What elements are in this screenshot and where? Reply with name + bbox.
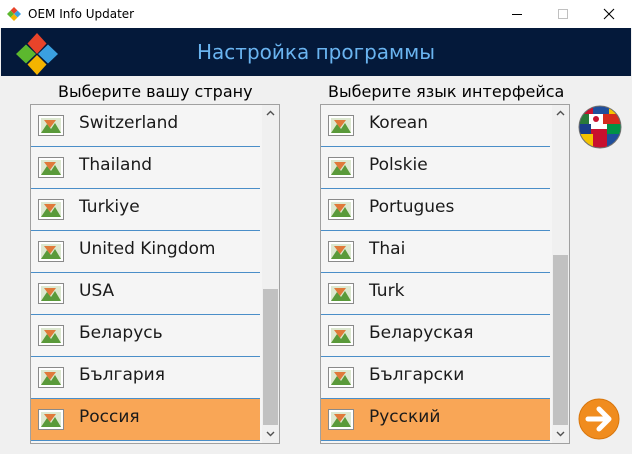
list-item-label: Korean bbox=[369, 113, 428, 133]
flag-placeholder-icon bbox=[328, 325, 354, 346]
flags-globe-icon[interactable] bbox=[577, 104, 623, 150]
scroll-thumb[interactable] bbox=[263, 289, 278, 425]
list-item-label: Switzerland bbox=[79, 113, 179, 133]
language-list-label: Выберите язык интерфейса bbox=[328, 82, 565, 101]
list-item-label: Беларуская bbox=[369, 323, 474, 343]
maximize-icon bbox=[558, 9, 568, 19]
header-banner: Настройка программы bbox=[1, 28, 631, 76]
flag-placeholder-icon bbox=[38, 325, 64, 346]
list-item-label: Россия bbox=[79, 407, 140, 427]
language-item-portugues[interactable]: Portugues bbox=[321, 189, 550, 231]
language-scrollbar[interactable] bbox=[552, 105, 569, 443]
flag-placeholder-icon bbox=[38, 157, 64, 178]
flag-placeholder-icon bbox=[38, 367, 64, 388]
country-item-bulgaria[interactable]: България bbox=[31, 357, 260, 399]
list-item-label: United Kingdom bbox=[79, 239, 216, 259]
list-item-label: Turk bbox=[369, 281, 405, 301]
flag-placeholder-icon bbox=[328, 115, 354, 136]
minimize-button[interactable] bbox=[494, 0, 540, 28]
country-item-united-kingdom[interactable]: United Kingdom bbox=[31, 231, 260, 273]
country-item-usa[interactable]: USA bbox=[31, 273, 260, 315]
flag-placeholder-icon bbox=[328, 409, 354, 430]
language-item-turk[interactable]: Turk bbox=[321, 273, 550, 315]
close-icon bbox=[603, 8, 615, 20]
list-item-label: Thai bbox=[369, 239, 406, 259]
flag-placeholder-icon bbox=[38, 115, 64, 136]
page-title: Настройка программы bbox=[197, 40, 435, 64]
list-item-label: Русский bbox=[369, 407, 441, 427]
country-rows: Switzerland Thailand Turkiye United King… bbox=[31, 105, 260, 441]
flag-placeholder-icon bbox=[328, 283, 354, 304]
close-button[interactable] bbox=[586, 0, 632, 28]
window-title: OEM Info Updater bbox=[28, 7, 135, 21]
flag-placeholder-icon bbox=[328, 241, 354, 262]
flag-placeholder-icon bbox=[328, 157, 354, 178]
scroll-down-button[interactable] bbox=[262, 426, 279, 443]
country-item-thailand[interactable]: Thailand bbox=[31, 147, 260, 189]
language-item-korean[interactable]: Korean bbox=[321, 105, 550, 147]
flag-placeholder-icon bbox=[38, 283, 64, 304]
scroll-up-button[interactable] bbox=[262, 105, 279, 122]
country-item-switzerland[interactable]: Switzerland bbox=[31, 105, 260, 147]
next-button[interactable] bbox=[577, 397, 621, 441]
language-rows: Korean Polskie Portugues Thai Turk Белар… bbox=[321, 105, 550, 441]
scroll-down-button[interactable] bbox=[552, 426, 569, 443]
list-item-label: Thailand bbox=[79, 155, 153, 175]
maximize-button[interactable] bbox=[540, 0, 586, 28]
flag-placeholder-icon bbox=[38, 409, 64, 430]
flag-placeholder-icon bbox=[328, 367, 354, 388]
language-item-russian[interactable]: Русский bbox=[321, 399, 550, 441]
language-item-thai[interactable]: Thai bbox=[321, 231, 550, 273]
language-listbox[interactable]: Korean Polskie Portugues Thai Turk Белар… bbox=[320, 104, 570, 444]
country-list-label: Выберите вашу страну bbox=[58, 82, 253, 101]
country-scrollbar[interactable] bbox=[262, 105, 279, 443]
list-item-label: USA bbox=[79, 281, 115, 301]
minimize-icon bbox=[512, 14, 522, 15]
chevron-up-icon bbox=[266, 110, 275, 116]
list-item-label: Български bbox=[369, 365, 465, 385]
list-item-label: Беларусь bbox=[79, 323, 163, 343]
list-item-label: Turkiye bbox=[79, 197, 140, 217]
flag-placeholder-icon bbox=[328, 199, 354, 220]
scroll-thumb[interactable] bbox=[553, 255, 568, 425]
list-item-label: Portugues bbox=[369, 197, 455, 217]
country-item-belarus[interactable]: Беларусь bbox=[31, 315, 260, 357]
chevron-down-icon bbox=[556, 431, 565, 437]
scroll-up-button[interactable] bbox=[552, 105, 569, 122]
country-listbox[interactable]: Switzerland Thailand Turkiye United King… bbox=[30, 104, 280, 444]
app-logo-icon bbox=[7, 7, 21, 21]
country-item-turkiye[interactable]: Turkiye bbox=[31, 189, 260, 231]
language-item-polskie[interactable]: Polskie bbox=[321, 147, 550, 189]
language-item-belarusian[interactable]: Беларуская bbox=[321, 315, 550, 357]
language-item-bulgarian[interactable]: Български bbox=[321, 357, 550, 399]
country-item-russia[interactable]: Россия bbox=[31, 399, 260, 441]
title-bar: OEM Info Updater bbox=[0, 0, 632, 28]
list-item-label: България bbox=[79, 365, 165, 385]
list-item-label: Polskie bbox=[369, 155, 428, 175]
chevron-up-icon bbox=[556, 110, 565, 116]
flag-placeholder-icon bbox=[38, 199, 64, 220]
flag-placeholder-icon bbox=[38, 241, 64, 262]
chevron-down-icon bbox=[266, 431, 275, 437]
